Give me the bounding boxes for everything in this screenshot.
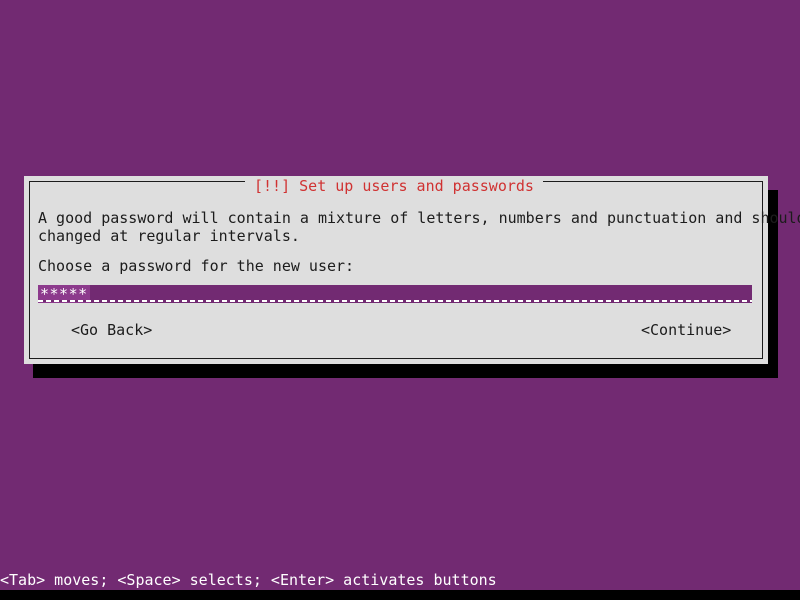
password-prompt-label: Choose a password for the new user: xyxy=(38,257,355,275)
go-back-button[interactable]: <Go Back> xyxy=(71,321,152,340)
password-input-underline xyxy=(38,300,752,302)
continue-button[interactable]: <Continue> xyxy=(641,321,731,340)
status-bar-help-text: <Tab> moves; <Space> selects; <Enter> ac… xyxy=(0,571,800,590)
dialog-body-line-2: changed at regular intervals. xyxy=(38,227,300,245)
dialog-body-line-1: A good password will contain a mixture o… xyxy=(38,209,800,227)
installer-screen: [!!] Set up users and passwords A good p… xyxy=(0,0,800,600)
dialog-title: [!!] Set up users and passwords xyxy=(245,177,543,195)
bottom-black-strip xyxy=(0,590,800,600)
